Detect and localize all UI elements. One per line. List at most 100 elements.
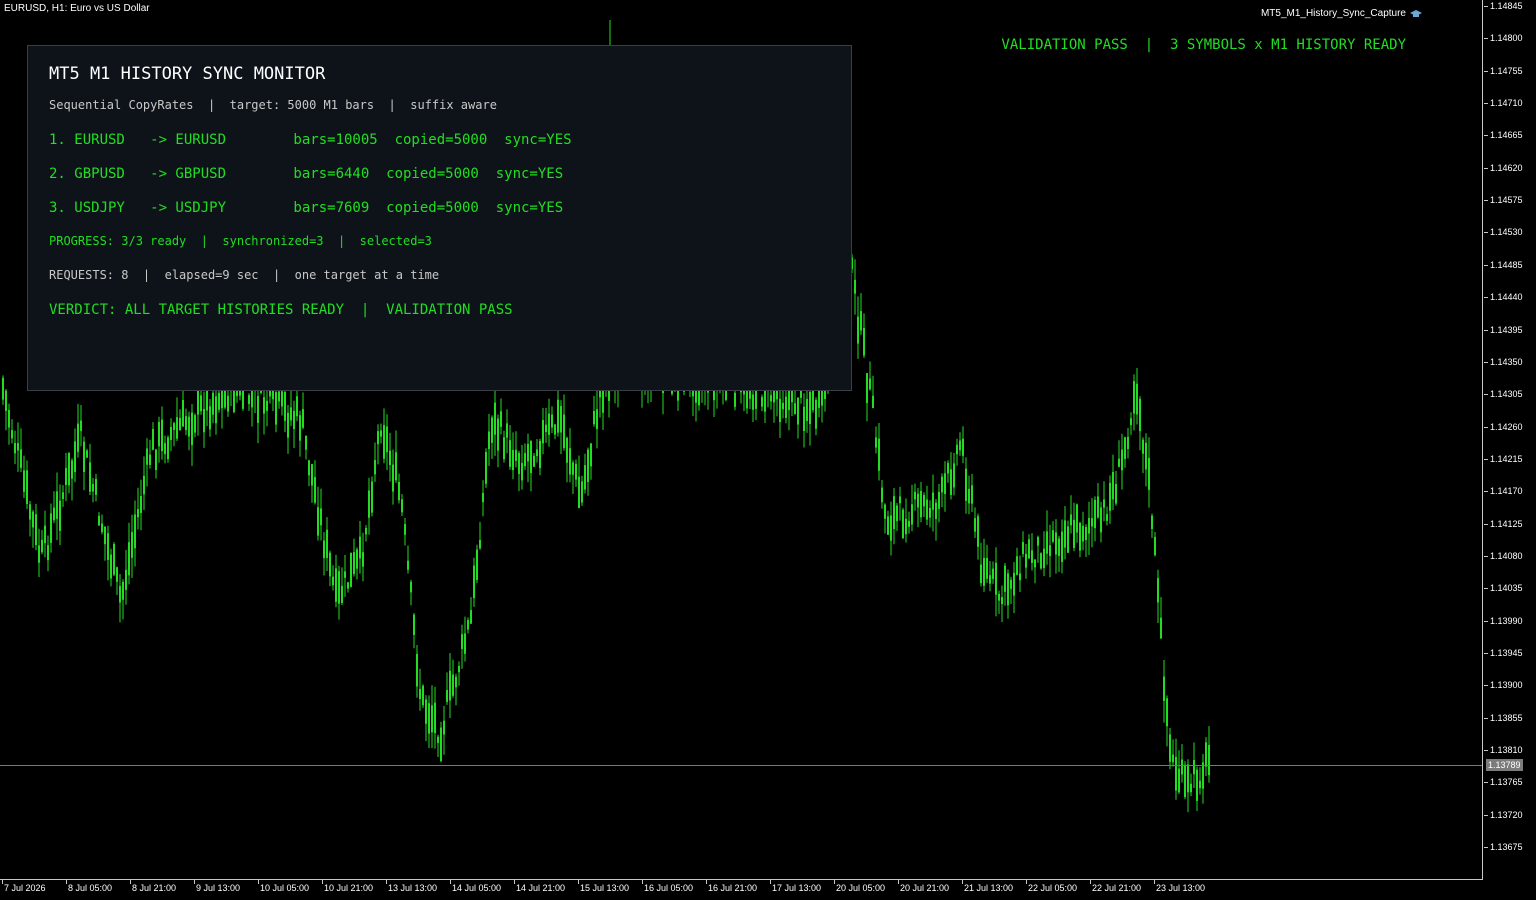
candle-body [446,689,448,702]
progress-line: PROGRESS: 3/3 ready | synchronized=3 | s… [49,234,432,248]
price-tick [1484,103,1488,104]
candle-body [551,414,553,428]
candle-body [212,392,214,415]
candle-body [1085,526,1087,541]
candle-body [428,703,430,734]
time-tick [514,880,515,884]
candle-body [1127,436,1129,450]
candle-body [1106,514,1108,521]
candle-body [455,676,457,688]
candle-body [98,515,100,526]
candle-body [62,492,64,499]
symbol-row-usdjpy: 3. USDJPY -> USDJPY bars=7609 copied=500… [49,200,564,216]
candle-body [110,554,112,579]
price-tick [1484,750,1488,751]
candle-body [1055,532,1057,555]
candle-body [1079,522,1081,551]
candle-body [950,469,952,496]
time-tick [130,880,131,884]
candle-body [374,460,376,475]
time-label: 15 Jul 13:00 [580,883,630,893]
candle-body [227,395,229,412]
candle-body [443,720,445,735]
time-label: 22 Jul 21:00 [1092,883,1142,893]
candle-body [881,487,883,503]
chart-area[interactable]: EURUSD, H1: Euro vs US Dollar MT5_M1_His… [0,0,1483,880]
candle-body [368,490,370,518]
candle-body [458,666,460,673]
candle-body [323,540,325,559]
candle-body [926,499,928,520]
candle-body [377,431,379,445]
candle-body [116,567,118,582]
price-tick [1484,6,1488,7]
candle-body [380,430,382,437]
candle-body [74,441,76,472]
candle-body [1154,536,1156,556]
panel-title: MT5 M1 HISTORY SYNC MONITOR [49,64,326,84]
price-tick [1484,362,1488,363]
candle-body [1040,553,1042,569]
price-tick [1484,653,1488,654]
price-axis[interactable]: 1.13789 1.14845 1.14800 1.14755 1.14710 1.14… [1484,0,1536,880]
candle-body [1100,507,1102,533]
candle-body [815,399,817,429]
candle-body [569,448,571,475]
candle-body [1196,769,1198,801]
candle-body [53,507,55,521]
candle-body [521,463,523,481]
candle-body [209,406,211,430]
candle-body [884,504,886,519]
candle-body [473,565,475,599]
candle-body [1187,764,1189,793]
price-tick [1484,265,1488,266]
time-label: 14 Jul 05:00 [452,883,502,893]
candle-body [215,396,217,424]
candle-body [128,542,130,576]
candle-body [389,450,391,465]
price-tick [1484,621,1488,622]
candle-body [95,478,97,495]
candle-body [1007,573,1009,606]
time-axis[interactable]: 7 Jul 2026 8 Jul 05:00 8 Jul 21:00 9 Jul 13… [0,880,1483,900]
time-tick [258,880,259,884]
candle-body [854,279,856,294]
candle-body [896,505,898,522]
price-tick [1484,297,1488,298]
candle-body [1199,780,1201,789]
price-label: 1.13765 [1490,777,1523,787]
candle-body [341,585,343,603]
candle-body [1130,418,1132,426]
candle-body [275,392,277,425]
time-label: 17 Jul 13:00 [772,883,822,893]
candle-body [263,397,265,414]
candle-body [1073,519,1075,548]
candle-body [809,391,811,425]
candle-body [734,392,736,407]
candle-body [515,449,517,461]
candle-body [296,396,298,417]
price-tick [1484,556,1488,557]
candle-body [371,481,373,513]
price-tick [1484,135,1488,136]
time-tick [642,880,643,884]
candle-body [497,418,499,451]
time-label: 10 Jul 05:00 [260,883,310,893]
candle-body [1157,578,1159,603]
time-tick [1026,880,1027,884]
candle-body [911,504,913,525]
candle-body [794,403,796,415]
candle-body [536,449,538,457]
candle-body [407,560,409,570]
price-label: 1.14350 [1490,357,1523,367]
candle-body [914,491,916,500]
time-tick [322,880,323,884]
candle-body [89,462,91,492]
candle-body [1031,550,1033,563]
candle-body [524,453,526,467]
candle-body [179,417,181,431]
candle-body [575,463,577,480]
candle-body [434,702,436,734]
chart-symbol-title: EURUSD, H1: Euro vs US Dollar [4,3,150,14]
candle-body [311,464,313,486]
